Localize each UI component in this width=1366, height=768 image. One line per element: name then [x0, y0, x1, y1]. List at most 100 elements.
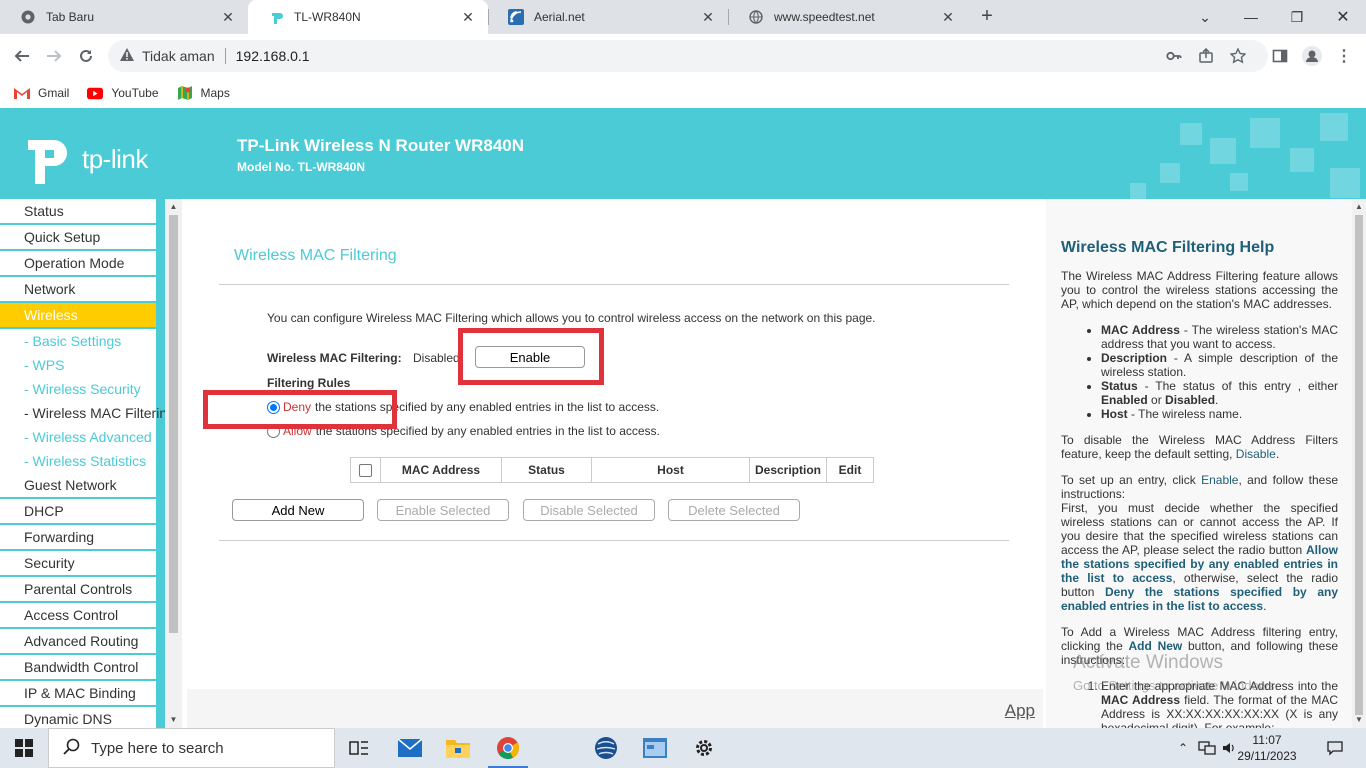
reload-icon[interactable] [74, 44, 98, 68]
profile-avatar-icon[interactable] [1300, 44, 1324, 68]
sidebar-item-operation-mode[interactable]: Operation Mode [0, 251, 165, 277]
sidebar-item-wireless-advanced[interactable]: - Wireless Advanced [0, 425, 165, 449]
kebab-menu-icon[interactable]: ⋮ [1332, 44, 1356, 68]
scroll-thumb[interactable] [1355, 215, 1363, 715]
divider [219, 540, 1009, 541]
side-panel-icon[interactable] [1268, 44, 1292, 68]
restore-icon[interactable]: ❐ [1274, 0, 1320, 34]
app-icon-window[interactable] [631, 728, 679, 768]
help-list-item: MAC Address - The wireless station's MAC… [1101, 323, 1338, 351]
table-header-row: MAC Address Status Host Description Edit [350, 457, 874, 483]
mac-filter-table: MAC Address Status Host Description Edit [350, 457, 874, 483]
url-text[interactable]: 192.168.0.1 [236, 48, 310, 64]
sidebar-item-wireless[interactable]: Wireless [0, 303, 165, 329]
highlight-box-enable [458, 328, 604, 385]
address-bar[interactable]: Tidak aman 192.168.0.1 [108, 40, 1268, 72]
tab-search-chevron-icon[interactable]: ⌄ [1182, 0, 1228, 34]
help-scrollbar[interactable]: ▲ ▼ [1352, 199, 1366, 728]
help-title: Wireless MAC Filtering Help [1061, 239, 1275, 256]
chrome-taskbar-icon[interactable] [484, 728, 532, 768]
mac-filtering-label: Wireless MAC Filtering: [267, 351, 402, 365]
app-icon-globe[interactable] [582, 728, 630, 768]
network-icon[interactable] [1196, 728, 1218, 768]
sidebar-item-wireless-mac-filtering[interactable]: - Wireless MAC Filtering [0, 401, 165, 425]
router-model: Model No. TL-WR840N [237, 160, 365, 174]
sidebar-item-ip-mac-binding[interactable]: IP & MAC Binding [0, 681, 165, 707]
enable-selected-button[interactable]: Enable Selected [377, 499, 509, 521]
tab-speedtest[interactable]: www.speedtest.net ✕ [728, 0, 968, 34]
browser-tab-bar: Tab Baru ✕ TL-WR840N ✕ Aerial.net ✕ www.… [0, 0, 1366, 34]
clock-date: 29/11/2023 [1237, 749, 1297, 763]
sidebar-item-parental-controls[interactable]: Parental Controls [0, 577, 165, 603]
tab-router[interactable]: TL-WR840N ✕ [248, 0, 488, 34]
sidebar-item-wps[interactable]: - WPS [0, 353, 165, 377]
scroll-thumb[interactable] [169, 215, 178, 633]
tab-new-tab[interactable]: Tab Baru ✕ [0, 0, 248, 34]
forward-arrow-icon[interactable] [42, 44, 66, 68]
sidebar-item-guest-network[interactable]: Guest Network [0, 473, 165, 499]
sidebar-item-dynamic-dns[interactable]: Dynamic DNS [0, 707, 165, 728]
sidebar-item-wireless-security[interactable]: - Wireless Security [0, 377, 165, 401]
header-decoration [1330, 168, 1360, 198]
header-decoration [1290, 148, 1314, 172]
sidebar-item-network[interactable]: Network [0, 277, 165, 303]
chevron-up-icon[interactable]: ⌃ [1174, 728, 1192, 768]
security-indicator[interactable]: Tidak aman [120, 48, 215, 64]
help-list-item: Description - A simple description of th… [1101, 351, 1338, 379]
apply-link[interactable]: App [1005, 701, 1035, 721]
bookmark-maps[interactable]: Maps [177, 85, 230, 101]
close-icon[interactable]: ✕ [460, 9, 476, 26]
scroll-up-arrow-icon[interactable]: ▲ [165, 199, 182, 215]
tab-title: TL-WR840N [294, 10, 361, 24]
notification-icon[interactable] [1320, 728, 1350, 768]
windows-start-icon[interactable] [0, 728, 48, 768]
file-explorer-icon[interactable] [434, 728, 482, 768]
close-icon[interactable]: ✕ [940, 9, 956, 26]
sidebar-item-quick-setup[interactable]: Quick Setup [0, 225, 165, 251]
sidebar-item-security[interactable]: Security [0, 551, 165, 577]
taskbar-clock[interactable]: 11:07 29/11/2023 [1232, 732, 1302, 764]
sidebar-item-bandwidth-control[interactable]: Bandwidth Control [0, 655, 165, 681]
new-tab-button[interactable]: + [975, 5, 999, 29]
close-icon[interactable]: ✕ [700, 9, 716, 26]
minimize-icon[interactable]: — [1228, 0, 1274, 34]
delete-selected-button[interactable]: Delete Selected [668, 499, 800, 521]
taskbar-search[interactable]: Type here to search [48, 728, 335, 768]
sidebar-item-forwarding[interactable]: Forwarding [0, 525, 165, 551]
sidebar-item-access-control[interactable]: Access Control [0, 603, 165, 629]
tab-separator [488, 9, 489, 25]
bookmark-label: YouTube [111, 86, 159, 100]
highlight-box-deny [203, 390, 397, 429]
security-label: Tidak aman [142, 48, 215, 64]
divider [219, 284, 1009, 285]
tab-aerial[interactable]: Aerial.net ✕ [488, 0, 728, 34]
scroll-up-arrow-icon[interactable]: ▲ [1352, 199, 1366, 215]
settings-gear-icon[interactable] [680, 728, 728, 768]
sidebar-scrollbar[interactable]: ▲ ▼ [165, 199, 182, 728]
share-icon[interactable] [1198, 40, 1214, 72]
key-icon[interactable] [1166, 40, 1182, 72]
add-new-button[interactable]: Add New [232, 499, 364, 521]
scroll-down-arrow-icon[interactable]: ▼ [165, 712, 182, 728]
bookmark-youtube[interactable]: YouTube [87, 85, 159, 101]
disable-selected-button[interactable]: Disable Selected [523, 499, 655, 521]
sidebar-item-wireless-statistics[interactable]: - Wireless Statistics [0, 449, 165, 473]
bookmark-gmail[interactable]: Gmail [14, 85, 69, 101]
sidebar-item-status[interactable]: Status [0, 199, 165, 225]
youtube-icon [87, 85, 104, 101]
back-arrow-icon[interactable] [10, 44, 34, 68]
mail-app-icon[interactable] [386, 728, 434, 768]
task-view-icon[interactable] [335, 728, 383, 768]
bookmark-star-icon[interactable] [1230, 40, 1246, 72]
sidebar-item-basic-settings[interactable]: - Basic Settings [0, 329, 165, 353]
select-all-checkbox[interactable] [359, 464, 372, 478]
sidebar-item-dhcp[interactable]: DHCP [0, 499, 165, 525]
scroll-down-arrow-icon[interactable]: ▼ [1352, 712, 1366, 728]
sidebar-item-advanced-routing[interactable]: Advanced Routing [0, 629, 165, 655]
main-footer: App [187, 689, 1043, 728]
chrome-icon [20, 9, 36, 25]
search-icon [63, 738, 81, 759]
close-icon[interactable]: ✕ [220, 9, 236, 26]
window-close-icon[interactable]: ✕ [1320, 0, 1366, 34]
help-paragraph: First, you must decide whether the speci… [1061, 501, 1338, 613]
